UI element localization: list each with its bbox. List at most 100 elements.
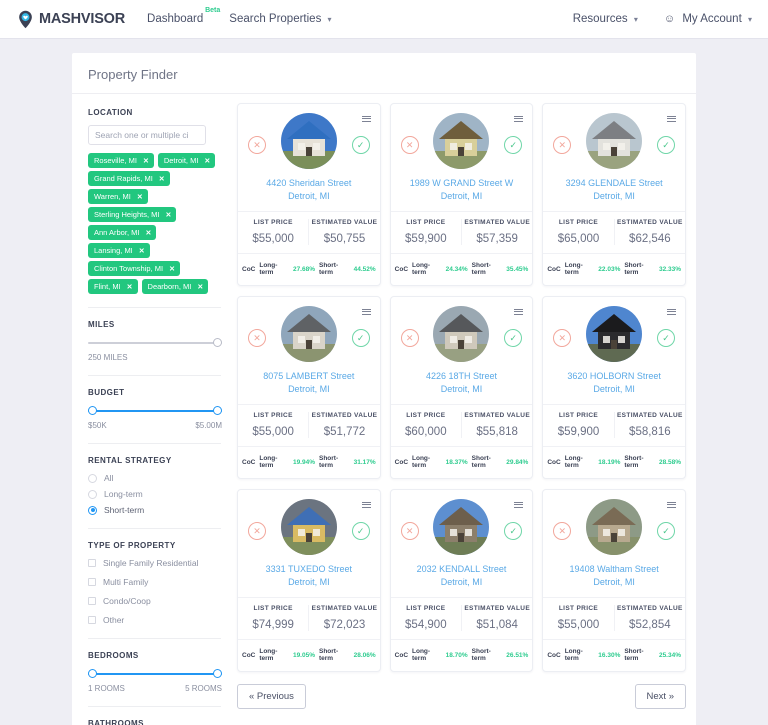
accept-property-button[interactable]: ✓	[504, 522, 523, 541]
radio-button[interactable]	[88, 473, 97, 483]
property-card[interactable]: ✕ ✓ 3294 GLENDALE Street Detroit, MI LIST PR…	[542, 103, 686, 287]
hamburger-menu-icon[interactable]	[361, 114, 371, 123]
hamburger-menu-icon[interactable]	[667, 114, 676, 123]
reject-property-button[interactable]: ✕	[553, 329, 572, 348]
accept-property-button[interactable]: ✓	[351, 522, 370, 541]
hamburger-menu-icon[interactable]	[361, 307, 371, 316]
property-address[interactable]: 8075 LAMBERT Street Detroit, MI	[238, 363, 380, 404]
remove-tag-icon[interactable]: ✕	[159, 175, 165, 183]
short-term-label: Short-term	[319, 648, 339, 663]
remove-tag-icon[interactable]: ✕	[197, 283, 203, 291]
property-card[interactable]: ✕ ✓ 8075 LAMBERT Street Detroit, MI LIST PRI…	[237, 296, 381, 480]
bedrooms-slider-min-handle[interactable]	[88, 669, 97, 678]
location-tag[interactable]: Lansing, MI ✕	[88, 243, 150, 258]
checkbox[interactable]	[88, 578, 96, 586]
property-address[interactable]: 1989 W GRAND Street W Detroit, MI	[391, 170, 533, 211]
reject-property-button[interactable]: ✕	[400, 136, 419, 154]
checkbox[interactable]	[88, 616, 96, 624]
property-type-option-other[interactable]: Other	[88, 615, 221, 625]
accept-property-button[interactable]: ✓	[657, 522, 675, 541]
reject-property-button[interactable]: ✕	[400, 329, 419, 348]
reject-property-button[interactable]: ✕	[248, 522, 266, 541]
property-type-option-condo-coop[interactable]: Condo/Coop	[88, 596, 221, 606]
hamburger-menu-icon[interactable]	[514, 307, 524, 316]
property-card[interactable]: ✕ ✓ 1989 W GRAND Street W Detroit, MI LIST P…	[389, 103, 534, 287]
property-address[interactable]: 3294 GLENDALE Street Detroit, MI	[543, 170, 685, 211]
property-card[interactable]: ✕ ✓ 2032 KENDALL Street Detroit, MI LIST PRI…	[389, 489, 534, 673]
location-tag[interactable]: Flint, MI ✕	[88, 279, 138, 294]
miles-slider-handle[interactable]	[213, 338, 222, 347]
property-type-option-single-family-residential[interactable]: Single Family Residential	[88, 558, 221, 568]
remove-tag-icon[interactable]: ✕	[165, 211, 171, 219]
hamburger-menu-icon[interactable]	[514, 114, 524, 123]
property-type-option-multi-family[interactable]: Multi Family	[88, 577, 221, 587]
checkbox[interactable]	[88, 597, 96, 605]
location-tag[interactable]: Warren, MI ✕	[88, 189, 148, 204]
hamburger-menu-icon[interactable]	[514, 500, 524, 509]
radio-button[interactable]	[88, 489, 97, 499]
remove-tag-icon[interactable]: ✕	[204, 157, 210, 165]
hamburger-menu-icon[interactable]	[361, 500, 371, 509]
remove-tag-icon[interactable]: ✕	[143, 157, 149, 165]
nav-search-properties[interactable]: Search Properties ▾	[229, 13, 331, 25]
budget-slider[interactable]	[88, 405, 222, 417]
property-address[interactable]: 4226 18TH Street Detroit, MI	[391, 363, 533, 404]
property-card-header: ✕ ✓	[543, 112, 685, 170]
checkbox[interactable]	[88, 559, 96, 567]
rental-strategy-option-short-term[interactable]: Short-term	[88, 505, 221, 515]
location-tag[interactable]: Dearborn, MI ✕	[141, 279, 209, 294]
reject-property-button[interactable]: ✕	[400, 522, 419, 541]
location-search-input[interactable]	[88, 125, 206, 145]
bedrooms-slider-max-handle[interactable]	[213, 669, 222, 678]
reject-property-button[interactable]: ✕	[248, 329, 266, 348]
remove-tag-icon[interactable]: ✕	[139, 247, 145, 255]
hamburger-menu-icon[interactable]	[667, 500, 676, 509]
previous-page-button[interactable]: « Previous	[237, 684, 306, 710]
accept-property-button[interactable]: ✓	[504, 136, 523, 154]
property-card-header: ✕ ✓	[391, 112, 533, 170]
nav-my-account[interactable]: ☺ My Account ▾	[664, 13, 752, 25]
remove-tag-icon[interactable]: ✕	[137, 193, 143, 201]
reject-property-button[interactable]: ✕	[248, 136, 266, 154]
location-tag[interactable]: Detroit, MI ✕	[157, 153, 216, 168]
property-card[interactable]: ✕ ✓ 3620 HOLBORN Street Detroit, MI LIST PRI…	[542, 296, 686, 480]
property-address[interactable]: 19408 Waltham Street Detroit, MI	[543, 556, 685, 597]
estimated-value-value: $72,023	[323, 619, 366, 632]
rental-strategy-option-all[interactable]: All	[88, 473, 221, 483]
nav-dashboard[interactable]: Dashboard Beta	[147, 7, 220, 25]
accept-property-button[interactable]: ✓	[657, 136, 675, 154]
miles-slider[interactable]	[88, 337, 222, 349]
hamburger-menu-icon[interactable]	[667, 307, 676, 316]
property-card[interactable]: ✕ ✓ 4420 Sheridan Street Detroit, MI LIST PR…	[237, 103, 381, 287]
property-card[interactable]: ✕ ✓ 19408 Waltham Street Detroit, MI LIST PR…	[542, 489, 686, 673]
property-address[interactable]: 2032 KENDALL Street Detroit, MI	[391, 556, 533, 597]
nav-resources[interactable]: Resources ▾	[573, 13, 638, 25]
property-card[interactable]: ✕ ✓ 4226 18TH Street Detroit, MI LIST PRICE $…	[389, 296, 534, 480]
location-tag[interactable]: Ann Arbor, MI ✕	[88, 225, 157, 240]
accept-property-button[interactable]: ✓	[504, 329, 523, 348]
property-address[interactable]: 3331 TUXEDO Street Detroit, MI	[238, 556, 380, 597]
bedrooms-slider[interactable]	[88, 668, 222, 680]
remove-tag-icon[interactable]: ✕	[145, 229, 151, 237]
property-address[interactable]: 4420 Sheridan Street Detroit, MI	[238, 170, 380, 211]
property-address[interactable]: 3620 HOLBORN Street Detroit, MI	[543, 363, 685, 404]
radio-button[interactable]	[88, 505, 97, 515]
location-tag[interactable]: Clinton Township, MI ✕	[88, 261, 180, 276]
brand-logo[interactable]: MASHVISOR	[16, 10, 125, 29]
remove-tag-icon[interactable]: ✕	[169, 265, 175, 273]
next-page-button[interactable]: Next »	[634, 684, 686, 710]
budget-slider-max-handle[interactable]	[213, 406, 222, 415]
map-pin-icon	[16, 10, 35, 29]
location-tag[interactable]: Grand Rapids, MI ✕	[88, 171, 170, 186]
reject-property-button[interactable]: ✕	[553, 136, 572, 154]
property-card[interactable]: ✕ ✓ 3331 TUXEDO Street Detroit, MI LIST PRIC…	[237, 489, 381, 673]
reject-property-button[interactable]: ✕	[553, 522, 572, 541]
location-tag[interactable]: Sterling Heights, MI ✕	[88, 207, 177, 222]
budget-slider-min-handle[interactable]	[88, 406, 97, 415]
location-tag[interactable]: Roseville, MI ✕	[88, 153, 154, 168]
rental-strategy-option-long-term[interactable]: Long-term	[88, 489, 221, 499]
accept-property-button[interactable]: ✓	[657, 329, 675, 348]
accept-property-button[interactable]: ✓	[351, 136, 370, 154]
remove-tag-icon[interactable]: ✕	[127, 283, 133, 291]
accept-property-button[interactable]: ✓	[351, 329, 370, 348]
